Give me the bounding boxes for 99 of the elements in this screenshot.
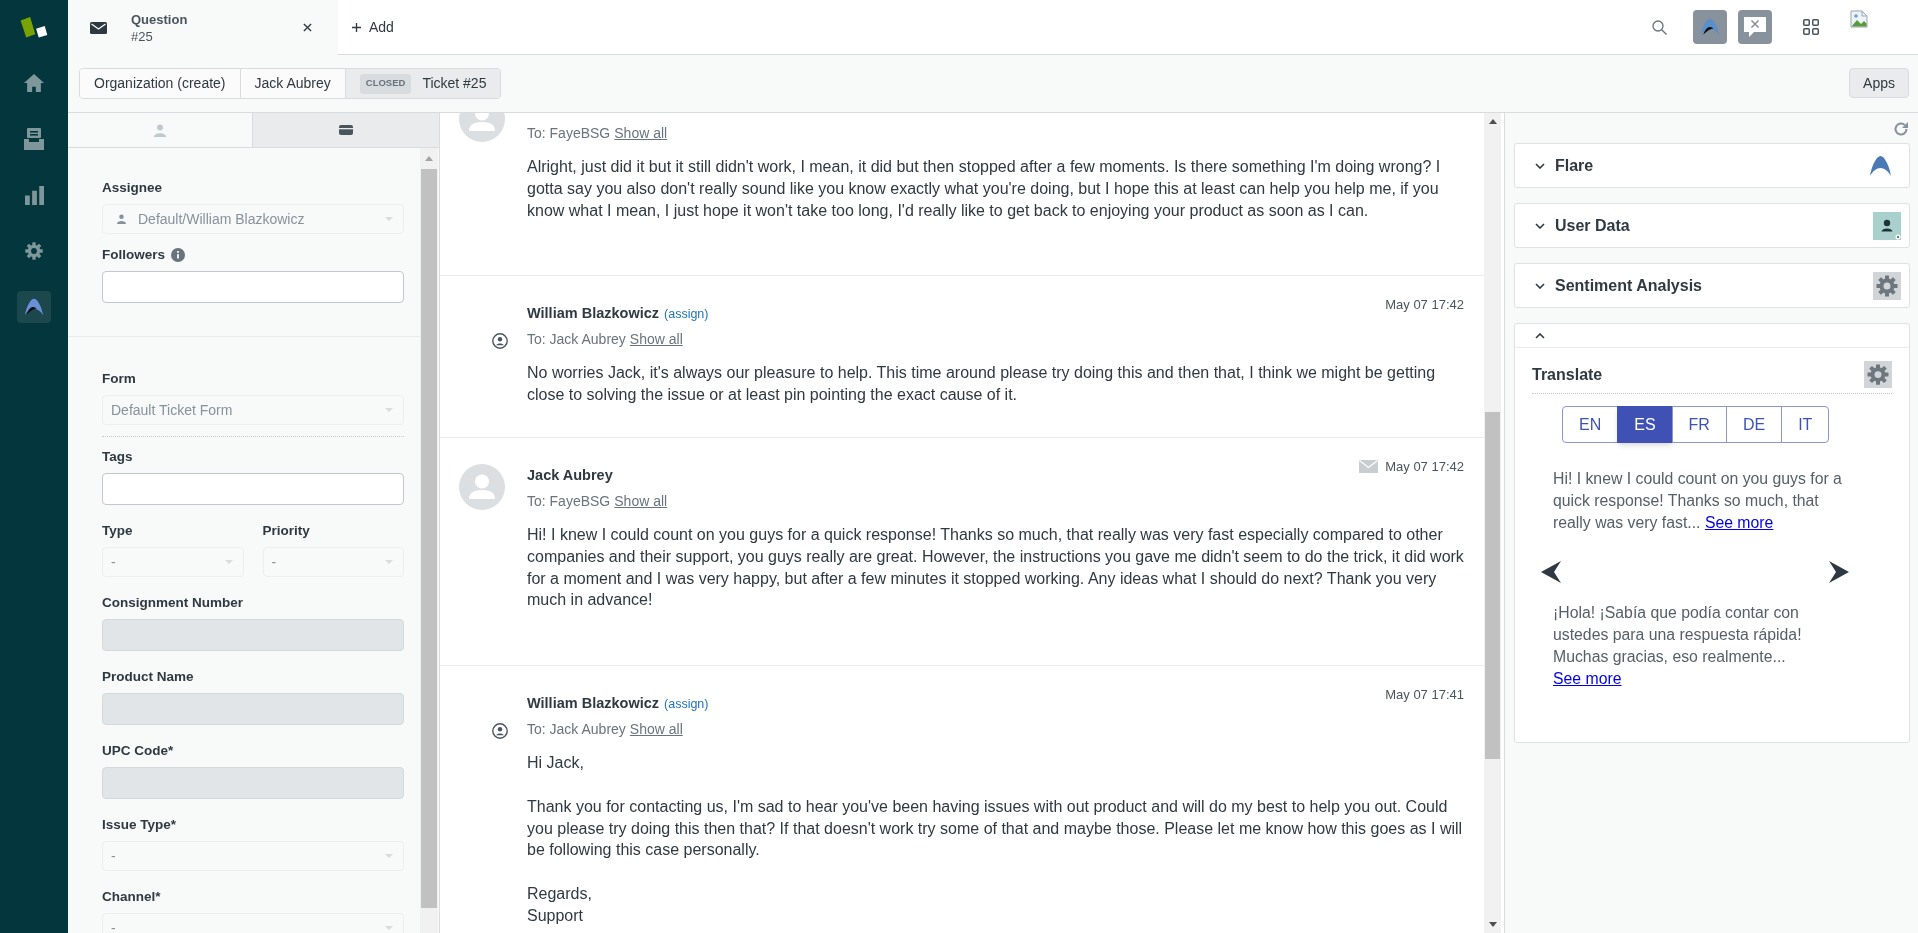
person-icon [117, 214, 126, 224]
field-label: Form [102, 370, 136, 388]
grid-icon[interactable] [1803, 19, 1819, 35]
caret-icon [385, 217, 393, 221]
home-icon [23, 73, 45, 93]
arch-logo-icon [1869, 153, 1892, 178]
language-button[interactable]: ES [1617, 406, 1673, 443]
see-more-link[interactable]: See more [1704, 514, 1774, 531]
logo-icon[interactable] [20, 16, 48, 38]
refresh-icon[interactable] [1893, 121, 1909, 137]
caret-icon [385, 560, 393, 564]
field-label: Priority [262, 522, 310, 540]
author-name: William Blazkowicz [527, 694, 659, 714]
assign-link[interactable]: (assign) [664, 694, 709, 715]
chevron-down-icon[interactable] [1535, 162, 1545, 169]
field-label: Tags [102, 448, 133, 466]
status-badge: CLOSED [359, 73, 412, 94]
scrollbar-thumb[interactable] [1485, 412, 1500, 759]
language-button[interactable]: FR [1671, 406, 1727, 443]
field-label: Type [102, 522, 133, 540]
down-arrow-icon[interactable] [1488, 922, 1497, 927]
caret-icon [385, 854, 393, 858]
caret-icon [385, 408, 393, 412]
message-text: No worries Jack, it's always our pleasure to help. This time around please try doing this and then that, I think we might be getting close to solving the issue or at least pin pointing the exact cause of it. [527, 363, 1437, 406]
author-name: William Blazkowicz [527, 304, 659, 324]
arch-logo-icon [1700, 17, 1720, 37]
show-all-link[interactable]: Show all [614, 123, 668, 143]
card-title: Sentiment Analysis [1555, 275, 1702, 296]
message-text: Thank you for contacting us, I'm sad to hear you've been having issues with out product and will do my best to help you out. Could you please try doing this then that? If that doesn't work try some of that and maybe those. Please let me know how this goes as I will be following this case personally. [527, 796, 1464, 861]
input-field[interactable] [102, 271, 404, 303]
search-icon[interactable] [1652, 19, 1667, 35]
chevron-down-icon[interactable] [1535, 282, 1545, 289]
recipient-text: To: FayeBSG [527, 492, 611, 511]
field-label: Consignment Number [102, 594, 243, 612]
see-more-link[interactable]: See more [1553, 670, 1622, 687]
envelope-icon [90, 21, 107, 34]
stacked-trays-icon [24, 128, 44, 150]
user-tile-icon [1873, 211, 1901, 240]
translation-text: Hi! I knew I could count on you guys for a quick response! Thanks so much, that really was very fast... See more [1553, 469, 1843, 533]
gear-icon [1873, 271, 1901, 300]
arch-logo-icon [24, 297, 44, 317]
show-all-link[interactable]: Show all [629, 719, 683, 740]
recipient-text: To: FayeBSG [527, 124, 611, 143]
message-text: Hi Jack, [527, 753, 585, 774]
app-title: Translate [1532, 364, 1603, 385]
card-icon [339, 125, 353, 135]
avatar-icon [459, 464, 505, 510]
settings-icon[interactable] [1864, 361, 1892, 388]
close-icon[interactable] [303, 23, 312, 32]
message-text: Regards, Support [527, 883, 593, 926]
scrollbar[interactable] [420, 148, 438, 933]
settings-icon [24, 241, 44, 261]
input-field[interactable] [102, 473, 404, 505]
scrollbar[interactable] [1484, 113, 1501, 933]
field-label: Product Name [102, 668, 194, 686]
person-icon [154, 123, 166, 137]
message-text: Hi! I knew I could count on you guys for a quick response! Thanks so much, that really was very fast especially compared to other companies and their support, you guys really are great. However, the instructions you gave me didn't seem to do the trick, it did work for a moment and I was very happy, but after a few minutes it stopped working. Any ideas what I should do next? Thank you very much in advance! [527, 525, 1464, 611]
broken-image-icon[interactable] [1850, 10, 1868, 28]
plus-icon [352, 22, 361, 32]
chevron-up-icon[interactable] [1535, 332, 1545, 339]
person-circle-icon [492, 723, 508, 740]
recipient-text: To: Jack Aubrey [527, 330, 626, 350]
up-arrow-icon[interactable] [1488, 119, 1497, 124]
field-label: Assignee [102, 179, 163, 197]
assign-link[interactable]: (assign) [664, 304, 709, 325]
show-all-link[interactable]: Show all [614, 491, 668, 511]
scrollbar-thumb[interactable] [421, 169, 437, 908]
person-circle-icon [492, 333, 508, 350]
recipient-text: To: Jack Aubrey [527, 720, 626, 740]
left-arrow-icon[interactable] [1541, 561, 1561, 583]
translation-text: ¡Hola! ¡Sabía que podía contar con ustedes para una respuesta rápida! Muchas gracias, eso realmente... See more [1553, 603, 1803, 689]
message-time: May 07 17:41 [1385, 686, 1464, 705]
speech-bubble-x-icon [1743, 16, 1767, 38]
language-button[interactable]: EN [1562, 406, 1619, 443]
field-label: Channel* [102, 888, 161, 906]
field-label: Issue Type* [102, 816, 177, 834]
add-tab-button[interactable]: Add [352, 16, 394, 38]
field-label: UPC Code* [102, 742, 174, 760]
language-button[interactable]: DE [1725, 406, 1783, 443]
breadcrumb-button[interactable]: CLOSED Ticket #25 [344, 69, 501, 98]
show-all-link[interactable]: Show all [629, 329, 683, 350]
info-icon[interactable] [171, 248, 185, 262]
app-button[interactable] [1738, 10, 1772, 44]
card-title: Flare [1555, 155, 1594, 176]
field-label: Followers [102, 246, 165, 264]
caret-icon [385, 926, 393, 930]
author-name: Jack Aubrey [527, 466, 613, 485]
message-time: May 07 17:42 [1385, 458, 1464, 476]
card-title: User Data [1555, 215, 1630, 236]
ticket-tab[interactable]: Question #25 [68, 0, 338, 55]
nav-button[interactable] [17, 291, 51, 323]
caret-icon [224, 560, 233, 564]
message-time: May 07 17:42 [1385, 296, 1464, 315]
right-arrow-icon[interactable] [1829, 561, 1849, 583]
chevron-down-icon[interactable] [1535, 222, 1545, 229]
apps-button[interactable]: Apps [1849, 68, 1909, 98]
bar-chart-icon [24, 185, 44, 205]
message-text: Alright, just did it but it still didn't work, I mean, it did but then stopped after a few moments. Is there something I'm doing wrong? I gotta say you also don't really sound like you know exactly what you're doing, but I hope this at least can help you help me, if you know what I mean, I just hope it won't take too long, I'd really like to get back to enjoying your product as soon as I can. [527, 157, 1442, 221]
language-button[interactable]: IT [1781, 406, 1830, 443]
